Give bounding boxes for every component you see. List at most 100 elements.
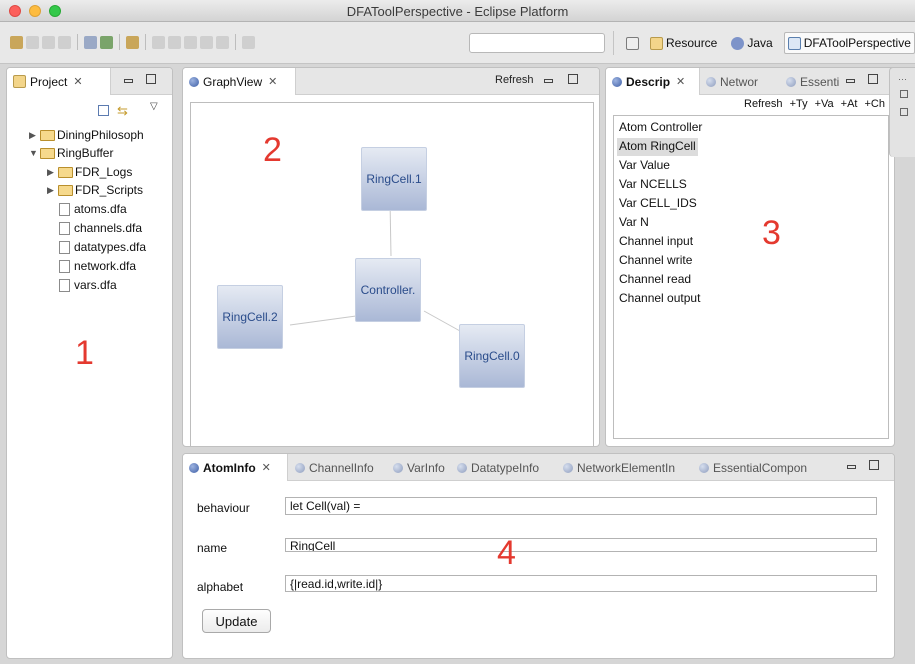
perspective-dfatool[interactable]: DFAToolPerspective — [783, 32, 915, 54]
tree-item-channels-dfa[interactable]: channels.dfa — [59, 221, 142, 235]
tree-item-fdr-logs[interactable]: ▶ FDR_Logs — [47, 165, 132, 179]
tab-description[interactable]: Descrip ✕ — [606, 68, 700, 95]
tab-datatypeinfo[interactable]: DatatypeInfo — [451, 454, 545, 481]
add-channel-action[interactable]: +Ch — [865, 98, 886, 110]
perspective-resource[interactable]: Resource — [647, 32, 720, 54]
tab-networkelementinfo[interactable]: NetworkElementIn — [557, 454, 681, 481]
tab-essentialcomponent[interactable]: EssentialCompon — [693, 454, 813, 481]
tab-label: NetworkElementIn — [577, 460, 676, 475]
tab-graphview[interactable]: GraphView ✕ — [183, 68, 296, 95]
list-item[interactable]: Channel read — [617, 271, 693, 289]
collapse-arrow-icon[interactable]: ▼ — [29, 148, 38, 158]
navigate-icon[interactable] — [216, 35, 229, 49]
back-icon[interactable] — [184, 35, 197, 49]
save-icon[interactable] — [26, 35, 39, 49]
graph-node-ringcell-1[interactable]: RingCell.1 — [361, 147, 427, 211]
view-icon — [706, 76, 716, 87]
edge-controller-ringcell0 — [423, 310, 461, 332]
tree-item-network-dfa[interactable]: network.dfa — [59, 259, 136, 273]
maximize-icon[interactable] — [568, 74, 578, 87]
maximize-icon[interactable] — [868, 74, 878, 87]
refresh-action[interactable]: Refresh — [744, 98, 783, 110]
tree-item-vars-dfa[interactable]: vars.dfa — [59, 278, 117, 292]
previous-annotation-icon[interactable] — [168, 35, 181, 49]
tree-item-atoms-dfa[interactable]: atoms.dfa — [59, 202, 127, 216]
edit-icon[interactable] — [126, 35, 139, 49]
minimize-icon[interactable] — [544, 74, 553, 86]
graphview-tabbar: GraphView ✕ Refresh — [183, 68, 599, 95]
list-item[interactable]: Var N — [617, 214, 651, 232]
project-icon — [13, 75, 26, 88]
tab-network[interactable]: Networ — [700, 68, 780, 95]
tab-varinfo[interactable]: VarInfo — [387, 454, 451, 481]
list-item[interactable]: Atom Controller — [617, 119, 704, 137]
right-trim-bar: ⋯ — [889, 67, 915, 157]
alphabet-field[interactable]: {|read.id,write.id|} — [285, 575, 877, 592]
quick-access-input[interactable] — [469, 33, 605, 53]
view-icon — [457, 462, 467, 473]
maximize-icon[interactable] — [869, 460, 879, 473]
file-icon — [59, 278, 70, 292]
maximize-icon[interactable] — [146, 74, 156, 87]
folder-icon — [58, 184, 73, 196]
tree-item-fdr-scripts[interactable]: ▶ FDR_Scripts — [47, 183, 143, 197]
tree-item-diningphilosoph[interactable]: ▶ DiningPhilosoph — [29, 128, 144, 142]
forward-icon[interactable] — [200, 35, 213, 49]
next-annotation-icon[interactable] — [152, 35, 165, 49]
tree-item-datatypes-dfa[interactable]: datatypes.dfa — [59, 240, 146, 254]
tab-atominfo[interactable]: AtomInfo ✕ — [183, 454, 288, 481]
list-item[interactable]: Var CELL_IDS — [617, 195, 699, 213]
tab-channelinfo[interactable]: ChannelInfo — [289, 454, 380, 481]
expand-arrow-icon[interactable]: ▶ — [47, 167, 56, 178]
print-icon[interactable] — [58, 35, 71, 49]
list-item[interactable]: Channel input — [617, 233, 695, 251]
perspective-java[interactable]: Java — [728, 32, 775, 54]
new-icon[interactable] — [10, 35, 23, 49]
folder-open-icon — [40, 147, 55, 159]
update-button[interactable]: Update — [202, 609, 271, 633]
settings-icon[interactable] — [84, 35, 97, 49]
link-with-editor-icon[interactable]: ⇆ — [117, 103, 128, 119]
add-type-action[interactable]: +Ty — [790, 98, 808, 110]
description-actions: Refresh +Ty +Va +At +Ch — [744, 98, 885, 110]
tree-item-label: DiningPhilosoph — [57, 128, 144, 142]
tree-item-label: datatypes.dfa — [74, 240, 147, 254]
add-atom-action[interactable]: +At — [841, 98, 858, 110]
restore-icon[interactable] — [900, 108, 908, 116]
minimize-icon[interactable] — [124, 74, 133, 86]
collapse-all-icon[interactable] — [98, 105, 109, 116]
open-perspective-icon[interactable] — [626, 36, 639, 50]
tab-essential[interactable]: Essenti — [780, 68, 846, 95]
main-toolbar: Resource Java DFAToolPerspective — [0, 22, 915, 64]
minimize-icon[interactable] — [846, 74, 855, 86]
save-all-icon[interactable] — [42, 35, 55, 49]
close-icon[interactable]: ✕ — [73, 75, 82, 88]
graph-canvas[interactable]: RingCell.1 Controller. RingCell.2 RingCe… — [190, 102, 594, 446]
tab-label: VarInfo — [407, 460, 445, 475]
add-var-action[interactable]: +Va — [815, 98, 834, 110]
close-icon[interactable]: ✕ — [262, 461, 271, 474]
expand-arrow-icon[interactable]: ▶ — [47, 185, 56, 196]
graph-node-ringcell-2[interactable]: RingCell.2 — [217, 285, 283, 349]
list-item-selected[interactable]: Atom RingCell — [617, 138, 698, 156]
close-icon[interactable]: ✕ — [676, 75, 685, 88]
close-icon[interactable]: ✕ — [268, 75, 277, 88]
graph-node-controller[interactable]: Controller. — [355, 258, 421, 322]
pin-icon[interactable] — [242, 35, 255, 49]
view-menu-icon[interactable]: ▽ — [150, 101, 158, 112]
minimize-icon[interactable] — [847, 460, 856, 472]
more-icon[interactable]: ⋯ — [898, 74, 907, 85]
name-field[interactable]: RingCell — [285, 538, 877, 552]
expand-arrow-icon[interactable]: ▶ — [29, 130, 38, 141]
refresh-button[interactable]: Refresh — [495, 74, 534, 86]
list-item[interactable]: Var Value — [617, 157, 672, 175]
list-item[interactable]: Var NCELLS — [617, 176, 689, 194]
run-icon[interactable] — [100, 35, 113, 49]
behaviour-field[interactable]: let Cell(val) = — [285, 497, 877, 515]
outline-icon[interactable] — [900, 90, 908, 98]
list-item[interactable]: Channel write — [617, 252, 694, 270]
graph-node-ringcell-0[interactable]: RingCell.0 — [459, 324, 525, 388]
tab-project[interactable]: Project ✕ — [7, 68, 111, 95]
list-item[interactable]: Channel output — [617, 290, 702, 308]
tree-item-ringbuffer[interactable]: ▼ RingBuffer — [29, 146, 113, 160]
